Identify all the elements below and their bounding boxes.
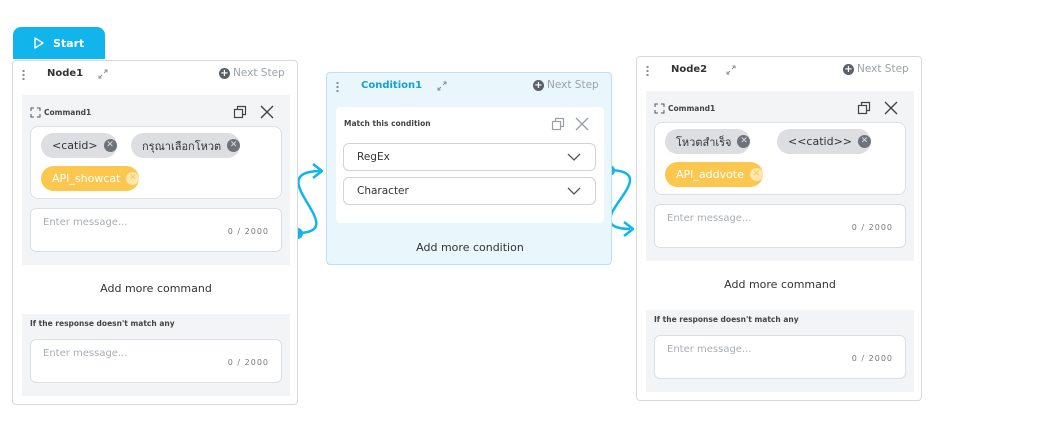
node2-message-input[interactable]: Enter message... 0 / 2000 xyxy=(654,204,906,248)
fullscreen-icon[interactable] xyxy=(654,103,665,114)
node2-card[interactable]: Node2 + Next Step Command1 โหวตสำเร็จ ✕ … xyxy=(636,56,922,401)
node2-fallback-panel: If the response doesn't match any Enter … xyxy=(646,310,914,392)
command-title-label: Command1 xyxy=(44,108,92,117)
node1-command-panel: Command1 <catid> ✕ กรุณาเลือกโหวต ✕ API_… xyxy=(22,95,290,265)
node2-chip-box[interactable]: โหวตสำเร็จ ✕ <<catid>> ✕ API_addvote ✕ xyxy=(654,122,906,195)
chip[interactable]: กรุณาเลือกโหวต ✕ xyxy=(131,133,241,158)
drag-handle-icon[interactable] xyxy=(22,69,25,81)
close-icon[interactable] xyxy=(883,100,899,116)
fullscreen-icon[interactable] xyxy=(30,107,41,118)
plus-circle-icon: + xyxy=(219,67,230,79)
node2-title: Node2 xyxy=(671,64,708,75)
message-placeholder: Enter message... xyxy=(667,344,752,355)
remove-chip-icon[interactable]: ✕ xyxy=(227,139,241,152)
collapse-icon[interactable] xyxy=(724,63,738,77)
chip-label: <<catid>> xyxy=(788,135,853,148)
chip-label: <catid> xyxy=(52,139,98,152)
message-placeholder: Enter message... xyxy=(43,348,128,359)
start-label: Start xyxy=(53,36,85,50)
condition1-card[interactable]: Condition1 + Next Step Match this condit… xyxy=(326,72,612,265)
condition-value-select[interactable]: Character xyxy=(343,177,596,205)
connector-condition1-node2 xyxy=(608,168,632,231)
close-icon[interactable] xyxy=(259,104,275,120)
command-title: Command1 xyxy=(654,103,715,114)
chip-label: API_showcat xyxy=(52,172,121,185)
message-counter: 0 / 2000 xyxy=(227,358,269,367)
duplicate-icon[interactable] xyxy=(856,100,872,116)
chevron-down-icon xyxy=(567,187,581,195)
node1-fallback-input[interactable]: Enter message... 0 / 2000 xyxy=(30,339,282,383)
connector-arrowhead-2 xyxy=(623,221,635,237)
condition1-title: Condition1 xyxy=(361,80,423,91)
condition1-next-step-button[interactable]: + Next Step xyxy=(533,79,599,91)
node1-header[interactable]: Node1 + Next Step xyxy=(13,61,297,89)
plus-circle-icon: + xyxy=(533,79,544,91)
flow-canvas: Start Node1 + Next Step Command1 <catid>… xyxy=(0,0,1056,440)
start-tab[interactable]: Start xyxy=(13,27,105,59)
node1-fallback-panel: If the response doesn't match any Enter … xyxy=(22,314,290,396)
condition-type-select[interactable]: RegEx xyxy=(343,143,596,171)
remove-chip-icon[interactable]: ✕ xyxy=(126,172,140,185)
chip-label: กรุณาเลือกโหวต xyxy=(142,139,222,153)
chip[interactable]: <<catid>> ✕ xyxy=(777,129,872,154)
add-more-command-button[interactable]: Add more command xyxy=(13,282,299,295)
node1-chip-box[interactable]: <catid> ✕ กรุณาเลือกโหวต ✕ API_showcat ✕ xyxy=(30,126,282,199)
plus-circle-icon: + xyxy=(843,63,854,75)
command-title: Command1 xyxy=(30,107,91,118)
match-condition-title: Match this condition xyxy=(344,119,431,128)
next-step-label: Next Step xyxy=(857,63,909,75)
next-step-label: Next Step xyxy=(233,67,285,79)
remove-chip-icon[interactable]: ✕ xyxy=(737,135,751,148)
command-title-label: Command1 xyxy=(668,104,716,113)
message-placeholder: Enter message... xyxy=(43,217,128,228)
chip-label: โหวตสำเร็จ xyxy=(676,135,732,149)
condition-panel: Match this condition RegEx Character xyxy=(336,107,604,223)
node1-next-step-button[interactable]: + Next Step xyxy=(219,67,285,79)
chip[interactable]: <catid> ✕ xyxy=(41,133,117,158)
node2-header[interactable]: Node2 + Next Step xyxy=(637,57,921,85)
remove-chip-icon[interactable]: ✕ xyxy=(858,135,872,148)
node1-card[interactable]: Node1 + Next Step Command1 <catid> ✕ กรุ… xyxy=(12,60,298,405)
chevron-down-icon xyxy=(567,153,581,161)
chip[interactable]: โหวตสำเร็จ ✕ xyxy=(665,129,751,154)
connector-node1-condition1 xyxy=(296,169,321,235)
api-chip[interactable]: API_showcat ✕ xyxy=(41,166,140,191)
condition1-header[interactable]: Condition1 + Next Step xyxy=(327,73,611,101)
remove-chip-icon[interactable]: ✕ xyxy=(749,168,763,181)
node2-fallback-input[interactable]: Enter message... 0 / 2000 xyxy=(654,335,906,379)
message-counter: 0 / 2000 xyxy=(851,223,893,232)
next-step-label: Next Step xyxy=(547,79,599,91)
select-value: Character xyxy=(357,185,409,197)
connector-arrowhead-1 xyxy=(312,163,324,179)
fallback-title: If the response doesn't match any xyxy=(30,319,175,328)
drag-handle-icon[interactable] xyxy=(646,65,649,77)
collapse-icon[interactable] xyxy=(96,67,110,81)
message-counter: 0 / 2000 xyxy=(851,354,893,363)
node1-message-input[interactable]: Enter message... 0 / 2000 xyxy=(30,208,282,252)
node2-next-step-button[interactable]: + Next Step xyxy=(843,63,909,75)
api-chip[interactable]: API_addvote ✕ xyxy=(665,162,763,187)
add-more-condition-button[interactable]: Add more condition xyxy=(327,241,613,254)
chip-label: API_addvote xyxy=(676,168,744,181)
duplicate-icon[interactable] xyxy=(550,116,566,132)
play-icon xyxy=(34,37,44,49)
node1-title: Node1 xyxy=(47,68,84,79)
duplicate-icon[interactable] xyxy=(232,104,248,120)
select-value: RegEx xyxy=(357,151,390,163)
node2-command-panel: Command1 โหวตสำเร็จ ✕ <<catid>> ✕ API_ad… xyxy=(646,91,914,261)
add-more-command-button[interactable]: Add more command xyxy=(637,278,923,291)
fallback-title: If the response doesn't match any xyxy=(654,315,799,324)
message-counter: 0 / 2000 xyxy=(227,227,269,236)
drag-handle-icon[interactable] xyxy=(336,81,339,93)
collapse-icon[interactable] xyxy=(435,79,449,93)
remove-chip-icon[interactable]: ✕ xyxy=(103,139,117,152)
message-placeholder: Enter message... xyxy=(667,213,752,224)
close-icon[interactable] xyxy=(574,116,590,132)
